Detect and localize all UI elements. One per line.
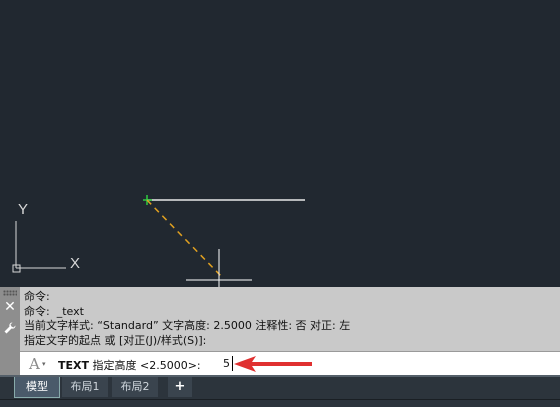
prompt-text: 指定高度 <2.5000>: [89,359,201,372]
grip-dots[interactable] [3,290,17,296]
text-style-icon[interactable]: A [29,355,40,373]
history-line: 指定文字的起点 或 [对正(J)/样式(S)]: [24,333,207,347]
ucs-x-label: X [70,255,80,272]
command-line-panel: ✕ 命令: 命令: _text 当前文字样式: “Standard” 文字高度: 2… [0,287,560,376]
tab-layout2[interactable]: 布局2 [112,377,158,397]
command-input-value[interactable]: 5 [223,357,230,370]
command-history: 命令: 命令: _text 当前文字样式: “Standard” 文字高度: 2.5… [24,290,350,348]
command-prompt: TEXT 指定高度 <2.5000>: [58,357,201,373]
wrench-icon[interactable] [3,321,17,335]
drawing-canvas[interactable]: Y X [0,0,560,287]
tab-model[interactable]: 模型 [14,377,60,398]
panel-grip[interactable]: ✕ [0,287,20,375]
text-caret [232,356,233,371]
history-line: 命令: _text [24,304,84,318]
rubber-band-line [146,199,222,277]
chevron-down-icon[interactable]: ▾ [42,360,46,368]
command-input[interactable]: A ▾ TEXT 指定高度 <2.5000>: 5 [20,351,560,376]
add-layout-button[interactable]: + [168,377,192,397]
ucs-y-label: Y [18,201,28,218]
history-line: 当前文字样式: “Standard” 文字高度: 2.5000 注释性: 否 对… [24,319,351,332]
close-icon[interactable]: ✕ [3,300,17,314]
prompt-command: TEXT [58,359,90,372]
history-line: 命令: [24,290,50,303]
red-arrow-annotation [234,356,312,372]
crosshair-cursor [186,249,252,287]
layout-tab-bar: 模型 布局1 布局2 + [0,375,560,407]
ucs-icon [12,221,66,273]
drawing-area[interactable]: Y X [0,0,560,287]
tab-layout1[interactable]: 布局1 [62,377,108,397]
tabbar-bottom-line [0,399,560,400]
